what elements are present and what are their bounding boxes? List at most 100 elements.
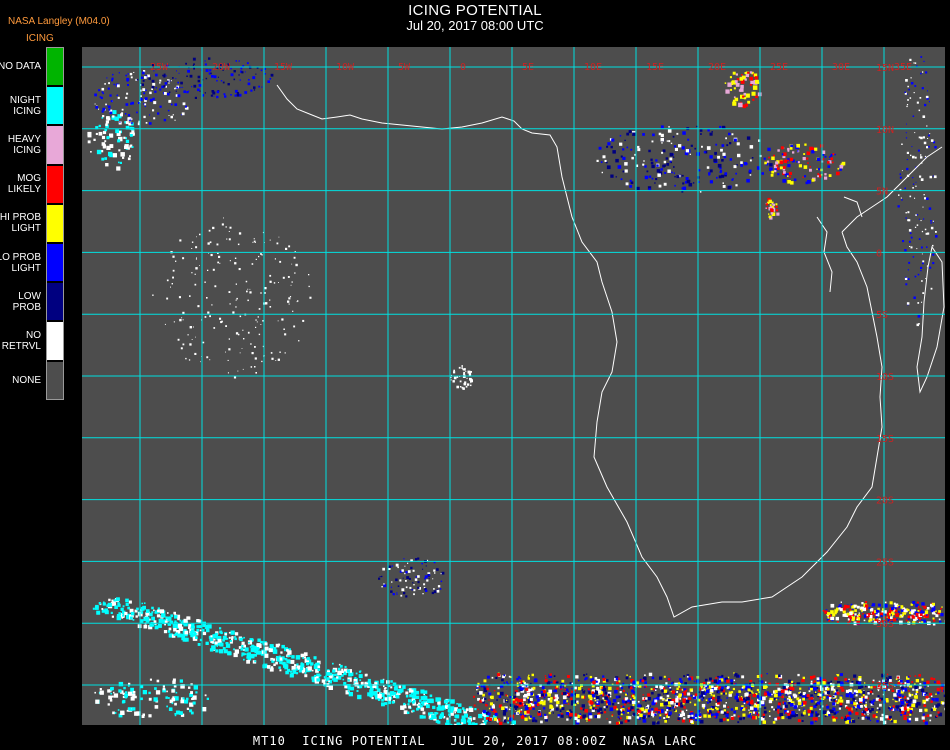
icing-pixel bbox=[854, 613, 857, 616]
icing-pixel bbox=[271, 357, 274, 360]
icing-pixel bbox=[377, 698, 381, 701]
icing-pixel bbox=[148, 714, 152, 718]
icing-pixel bbox=[397, 566, 399, 569]
icing-pixel bbox=[644, 165, 647, 168]
icing-pixel bbox=[712, 706, 715, 709]
icing-pixel bbox=[724, 692, 727, 695]
icing-pixel bbox=[204, 63, 207, 66]
icing-pixel bbox=[628, 130, 632, 134]
icing-pixel bbox=[235, 332, 239, 335]
icing-pixel bbox=[824, 685, 827, 688]
icing-pixel bbox=[579, 716, 583, 719]
icing-pixel bbox=[182, 343, 185, 346]
icing-pixel bbox=[197, 88, 200, 92]
icing-pixel bbox=[192, 57, 196, 61]
icing-pixel bbox=[719, 699, 722, 702]
icing-pixel bbox=[178, 72, 180, 74]
icing-pixel bbox=[717, 711, 720, 714]
icing-pixel bbox=[725, 89, 730, 94]
icing-pixel bbox=[824, 155, 827, 158]
icing-pixel bbox=[674, 706, 677, 708]
icing-pixel bbox=[184, 630, 189, 635]
icing-pixel bbox=[559, 686, 562, 689]
icing-pixel bbox=[127, 691, 133, 696]
icing-pixel bbox=[284, 333, 287, 336]
icing-pixel bbox=[736, 142, 740, 146]
icing-pixel bbox=[614, 690, 618, 694]
icing-pixel bbox=[667, 169, 671, 173]
icing-pixel bbox=[175, 691, 178, 694]
icing-pixel bbox=[920, 156, 923, 159]
icing-pixel bbox=[651, 691, 654, 695]
icing-pixel bbox=[745, 706, 748, 709]
icing-pixel bbox=[432, 705, 436, 710]
icing-pixel bbox=[538, 710, 541, 714]
icing-pixel bbox=[422, 715, 426, 719]
icing-pixel bbox=[905, 137, 908, 139]
icing-pixel bbox=[845, 706, 849, 709]
icing-pixel bbox=[285, 670, 289, 675]
icing-pixel bbox=[130, 134, 133, 137]
icing-pixel bbox=[239, 315, 242, 318]
icing-pixel bbox=[412, 582, 414, 584]
icing-pixel bbox=[494, 712, 498, 716]
icing-pixel bbox=[174, 714, 177, 717]
icing-pixel bbox=[278, 236, 280, 238]
icing-pixel bbox=[839, 702, 843, 706]
icing-pixel bbox=[516, 678, 519, 681]
icing-pixel bbox=[102, 130, 107, 135]
legend-swatch bbox=[46, 203, 64, 243]
icing-pixel bbox=[861, 711, 863, 713]
icing-pixel bbox=[926, 125, 928, 127]
icing-pixel bbox=[437, 585, 441, 588]
icing-pixel bbox=[287, 276, 290, 278]
icing-pixel bbox=[732, 71, 736, 75]
icing-pixel bbox=[569, 717, 572, 720]
icing-pixel bbox=[742, 713, 746, 717]
icing-pixel bbox=[749, 76, 754, 81]
icing-pixel bbox=[914, 695, 918, 699]
icing-pixel bbox=[673, 166, 675, 168]
icing-pixel bbox=[893, 719, 897, 724]
icing-pixel bbox=[663, 717, 666, 719]
icing-pixel bbox=[757, 696, 759, 699]
icing-pixel bbox=[124, 693, 128, 698]
icing-pixel bbox=[452, 380, 455, 383]
lon-label: 20E bbox=[708, 62, 726, 73]
icing-pixel bbox=[789, 175, 791, 178]
icing-pixel bbox=[937, 691, 940, 695]
icing-pixel bbox=[744, 78, 747, 81]
icing-pixel bbox=[941, 690, 943, 692]
icing-pixel bbox=[725, 714, 729, 718]
icing-pixel bbox=[564, 700, 567, 703]
icing-pixel bbox=[168, 91, 171, 93]
icing-pixel bbox=[855, 706, 857, 709]
icing-pixel bbox=[221, 320, 223, 323]
icing-pixel bbox=[552, 712, 554, 714]
icing-pixel bbox=[913, 609, 916, 612]
icing-pixel bbox=[490, 695, 494, 700]
icing-pixel bbox=[96, 611, 100, 615]
icing-pixel bbox=[763, 716, 765, 718]
icing-pixel bbox=[436, 589, 440, 593]
legend-swatch bbox=[46, 164, 64, 204]
icing-pixel bbox=[743, 162, 748, 166]
icing-pixel bbox=[595, 709, 597, 711]
icing-pixel bbox=[862, 697, 865, 700]
icing-pixel bbox=[795, 714, 799, 717]
icing-pixel bbox=[727, 82, 732, 87]
icing-pixel bbox=[940, 686, 944, 690]
lat-label: 25S bbox=[876, 557, 894, 568]
icing-pixel bbox=[316, 678, 320, 682]
icing-pixel bbox=[735, 73, 738, 76]
icing-pixel bbox=[930, 287, 933, 290]
icing-pixel bbox=[381, 702, 385, 707]
icing-pixel bbox=[832, 161, 834, 164]
icing-pixel bbox=[499, 721, 503, 725]
icing-pixel bbox=[134, 695, 137, 699]
icing-pixel bbox=[816, 677, 820, 681]
icing-pixel bbox=[332, 662, 334, 665]
icing-pixel bbox=[113, 83, 115, 86]
icing-pixel bbox=[454, 719, 457, 722]
icing-pixel bbox=[180, 347, 183, 350]
